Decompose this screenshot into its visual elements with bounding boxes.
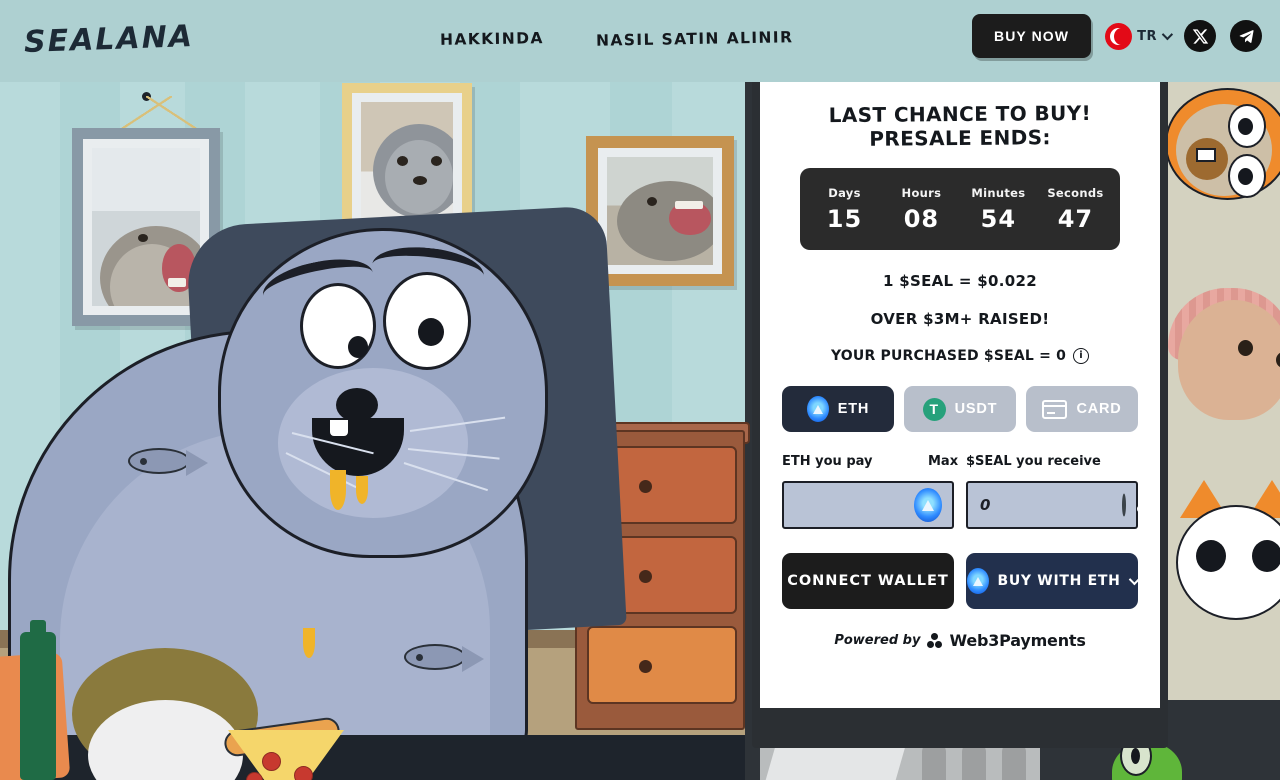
telegram-icon[interactable]	[1230, 20, 1262, 52]
eth-pay-field[interactable]	[782, 481, 954, 529]
presale-widget: LAST CHANCE TO BUY! PRESALE ENDS: Days 1…	[760, 74, 1160, 708]
countdown-days-label: Days	[828, 185, 861, 200]
top-navigation-bar: SEALANA HAKKINDA NASIL SATIN ALINIR BUY …	[0, 0, 1280, 82]
pay-field-label: ETH you pay	[782, 454, 873, 469]
cartoon-seal-nose	[336, 388, 378, 422]
cheese-drip	[330, 470, 346, 510]
ethereum-icon	[806, 396, 829, 422]
field-labels-row: ETH you pay Max $SEAL you receive	[782, 454, 1138, 474]
powered-by-name: Web3Payments	[949, 631, 1086, 650]
dog-in-hat-meme	[1178, 300, 1280, 420]
dresser-drawer	[587, 626, 737, 704]
your-purchased-row: YOUR PURCHASED $SEAL = 0 i	[830, 348, 1090, 364]
buy-with-eth-label: BUY WITH ETH	[997, 573, 1121, 589]
powered-by-label: Powered by	[834, 633, 921, 648]
ethereum-icon-small	[967, 568, 990, 594]
countdown-seconds: Seconds 47	[1047, 186, 1103, 233]
x-twitter-icon[interactable]	[1184, 20, 1216, 52]
info-icon[interactable]: i	[1073, 348, 1090, 364]
doge-pupil	[1238, 168, 1253, 185]
cat-eye	[1196, 540, 1226, 572]
tether-icon: T	[922, 397, 946, 421]
photo-mat-3	[607, 157, 713, 265]
countdown-timer: Days 15 Hours 08 Minutes 54 Seconds 47	[800, 168, 1120, 250]
cartoon-seal-pupil	[348, 336, 368, 358]
presale-title: LAST CHANCE TO BUY! PRESALE ENDS:	[828, 100, 1092, 151]
credit-card-icon	[1042, 399, 1068, 419]
frog-pupil	[1131, 748, 1140, 764]
payment-tab-eth[interactable]: ETH	[782, 386, 894, 432]
seal-photo-c	[607, 157, 713, 265]
fish-tail	[186, 450, 208, 476]
language-selector[interactable]: TR	[1105, 22, 1174, 50]
total-raised: OVER $3M+ RAISED!	[870, 310, 1050, 328]
dog-eye	[1238, 340, 1253, 356]
countdown-minutes: Minutes 54	[970, 186, 1026, 233]
powered-by-footer: Powered by Web3Payments	[834, 631, 1086, 650]
pepperoni	[262, 752, 281, 771]
cat-eye	[1252, 540, 1280, 572]
nav-link-nasil-satin-alinir[interactable]: NASIL SATIN ALINIR	[596, 28, 794, 49]
action-buttons-row: CONNECT WALLET BUY WITH ETH	[782, 553, 1140, 609]
your-purchased-label: YOUR PURCHASED $SEAL = 0	[830, 348, 1067, 364]
cheese-drip	[303, 628, 315, 658]
countdown-days-value: 15	[826, 204, 863, 233]
doge-nose	[1196, 148, 1216, 162]
cartoon-seal-pupil	[418, 318, 444, 346]
countdown-hours-value: 08	[903, 204, 940, 233]
amount-fields-row	[782, 481, 1138, 529]
payment-tab-card[interactable]: CARD	[1026, 386, 1138, 432]
web3payments-logo-icon	[927, 633, 943, 648]
buy-now-button[interactable]: BUY NOW	[972, 14, 1092, 58]
buy-with-eth-button[interactable]: BUY WITH ETH	[966, 553, 1140, 609]
countdown-minutes-value: 54	[980, 204, 1017, 233]
payment-method-tabs: ETH T USDT CARD	[782, 386, 1138, 432]
picture-wire-2	[146, 96, 198, 130]
max-button[interactable]: Max	[928, 454, 958, 469]
payment-tab-usdt-label: USDT	[954, 401, 998, 417]
countdown-days: Days 15	[816, 186, 872, 233]
seal-photo-a	[92, 148, 200, 306]
payment-tab-usdt[interactable]: T USDT	[904, 386, 1016, 432]
chevron-down-icon	[1161, 28, 1174, 41]
cartoon-seal-eye	[300, 283, 376, 369]
seal-token-icon	[1122, 493, 1126, 517]
countdown-hours: Hours 08	[893, 186, 949, 233]
nav-right-controls: BUY NOW TR	[972, 14, 1262, 58]
pizza-slice	[228, 730, 344, 780]
payment-tab-eth-label: ETH	[837, 401, 870, 417]
fish-decoration	[128, 448, 190, 474]
countdown-seconds-value: 47	[1057, 204, 1094, 233]
countdown-minutes-label: Minutes	[971, 185, 1026, 200]
fish-tail	[462, 646, 484, 672]
cheese-drip	[356, 476, 368, 504]
nav-link-hakkinda[interactable]: HAKKINDA	[440, 29, 544, 49]
fish-decoration	[404, 644, 466, 670]
payment-tab-card-label: CARD	[1076, 401, 1122, 417]
cartoon-seal-tooth	[330, 420, 348, 436]
turkey-flag-icon	[1105, 22, 1133, 50]
chevron-down-icon	[1128, 573, 1140, 586]
seal-receive-input[interactable]	[980, 496, 1088, 514]
ethereum-field-icon	[914, 488, 942, 522]
token-rate: 1 $SEAL = $0.022	[882, 272, 1037, 290]
language-code: TR	[1137, 28, 1157, 44]
receive-field-label: $SEAL you receive	[966, 454, 1101, 469]
doge-pupil	[1238, 118, 1253, 135]
beer-bottle	[20, 632, 56, 780]
countdown-hours-label: Hours	[901, 185, 942, 200]
connect-wallet-button[interactable]: CONNECT WALLET	[782, 553, 954, 609]
eth-pay-input[interactable]	[796, 496, 904, 514]
sealana-logo[interactable]: SEALANA	[23, 19, 194, 60]
photo-mat	[92, 148, 200, 306]
countdown-seconds-label: Seconds	[1047, 185, 1104, 200]
pepperoni	[294, 766, 313, 780]
wall-photo-seal-roaring	[586, 136, 734, 286]
seal-receive-field[interactable]	[966, 481, 1138, 529]
main-nav-links: HAKKINDA NASIL SATIN ALINIR	[440, 28, 794, 49]
